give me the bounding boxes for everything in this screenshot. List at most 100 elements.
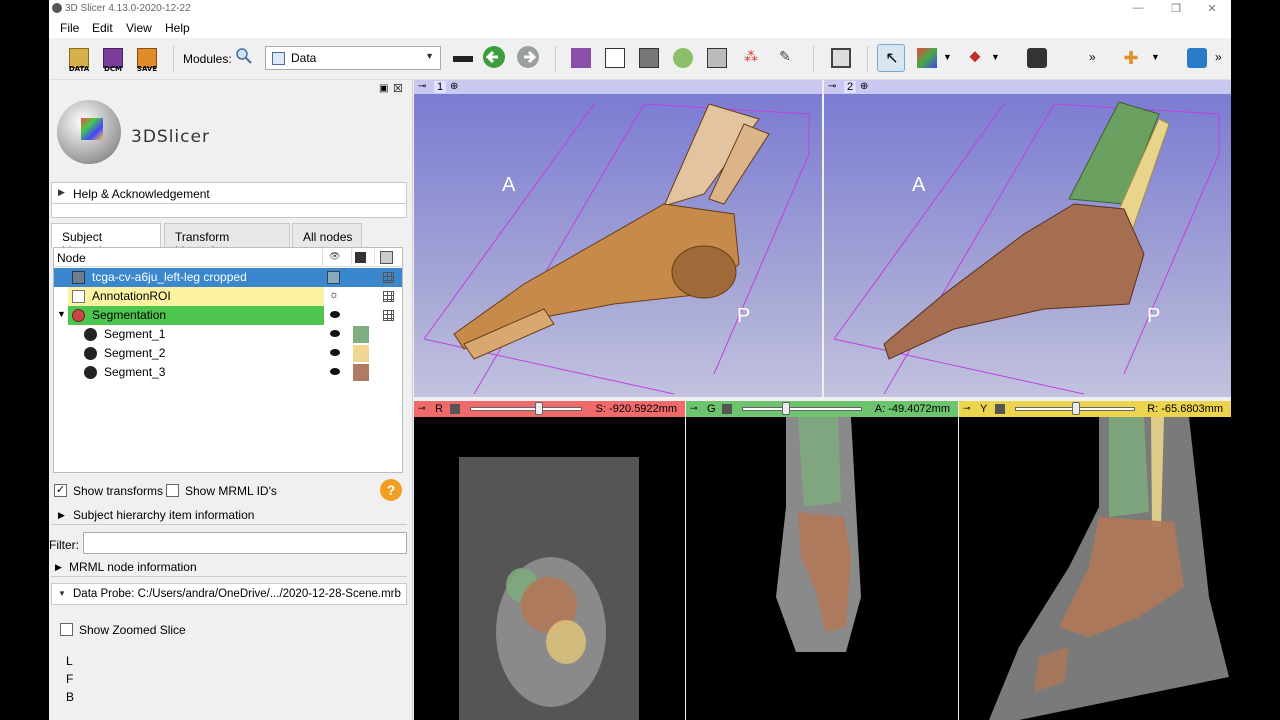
window-level-button[interactable] xyxy=(913,44,941,72)
link-icon[interactable]: ⊕ xyxy=(860,81,868,92)
menu-view[interactable]: View xyxy=(126,21,152,35)
back-button[interactable] xyxy=(481,44,509,72)
chevron-down-icon[interactable]: ▼ xyxy=(943,52,952,62)
screenshot-button[interactable] xyxy=(1023,44,1051,72)
view-transform-button[interactable]: ↖ xyxy=(877,44,905,72)
layout-button[interactable] xyxy=(827,44,855,72)
yellow-slice-slider[interactable] xyxy=(1015,402,1135,415)
tree-row-segment-2[interactable]: Segment_2 xyxy=(54,344,402,363)
tab-all-nodes[interactable]: All nodes xyxy=(292,223,362,247)
show-transforms-checkbox[interactable]: ✓ xyxy=(54,484,67,497)
place-markup-button[interactable]: ⬥ xyxy=(961,44,989,72)
expand-arrow-icon[interactable]: ▶ xyxy=(55,562,62,573)
markups-module-button[interactable]: ⁂ xyxy=(737,44,765,72)
link-icon[interactable] xyxy=(722,404,732,414)
view-3d-2[interactable]: ⊸ 2 ⊕ A P xyxy=(824,80,1231,397)
volume-render-icon[interactable] xyxy=(327,271,340,284)
tab-transform-hierarchy[interactable]: Transform hierarchy xyxy=(164,223,290,258)
models-module-button[interactable] xyxy=(669,44,697,72)
tree-row-segment-3[interactable]: Segment_3 xyxy=(54,363,402,382)
tree-row-volume[interactable]: tcga-cv-a6ju_left-leg cropped xyxy=(54,268,402,287)
transform-grid-icon[interactable] xyxy=(383,272,394,283)
undock-icon[interactable]: ▣ xyxy=(379,83,388,94)
slider-handle[interactable] xyxy=(535,402,544,415)
red-slice-view[interactable]: ⊸ R S: -920.5922mm xyxy=(414,401,685,720)
list-icon xyxy=(605,48,625,68)
more-toolbar-icon[interactable]: » xyxy=(1215,50,1222,64)
dicom-module-button[interactable] xyxy=(567,44,595,72)
module-selector[interactable]: Data ▼ xyxy=(265,46,441,70)
menu-help[interactable]: Help xyxy=(165,21,190,35)
extensions-button[interactable] xyxy=(1183,44,1211,72)
slider-handle[interactable] xyxy=(1072,402,1080,415)
segment-color-swatch[interactable] xyxy=(353,326,369,343)
link-icon[interactable]: ⊕ xyxy=(450,81,458,92)
yellow-slice-view[interactable]: ⊸ Y R: -65.6803mm xyxy=(959,401,1231,720)
transform-grid-icon[interactable] xyxy=(383,291,394,302)
mrml-node-info-section[interactable]: MRML node information xyxy=(69,560,197,574)
segment-color-swatch[interactable] xyxy=(353,364,369,381)
pin-icon[interactable]: ⊸ xyxy=(963,403,971,414)
more-toolbar-icon[interactable]: » xyxy=(1089,50,1096,64)
pin-icon[interactable]: ⊸ xyxy=(418,403,426,414)
help-acknowledgement-section[interactable]: ▶ Help & Acknowledgement xyxy=(51,182,407,204)
segment-3-surface xyxy=(883,203,1145,360)
red-slice-slider[interactable] xyxy=(470,402,582,415)
segment-color-swatch[interactable] xyxy=(353,345,369,362)
data-module-button[interactable] xyxy=(601,44,629,72)
module-history-button[interactable] xyxy=(449,44,477,72)
column-divider xyxy=(374,249,375,265)
visibility-off-icon[interactable]: ☼ xyxy=(329,289,339,301)
minimize-icon[interactable]: — xyxy=(1123,2,1153,14)
show-mrml-ids-checkbox[interactable] xyxy=(166,484,179,497)
expand-arrow-icon[interactable]: ▶ xyxy=(58,510,65,521)
module-search-button[interactable] xyxy=(235,47,255,67)
forward-button[interactable] xyxy=(515,44,543,72)
save-button-label: SAVE xyxy=(136,65,158,73)
chevron-down-icon[interactable]: ▼ xyxy=(1151,52,1160,62)
pin-icon[interactable]: ⊸ xyxy=(418,81,426,92)
show-zoomed-slice-checkbox[interactable] xyxy=(60,623,73,636)
view-3d-1[interactable]: ⊸ 1 ⊕ A P xyxy=(414,80,822,397)
link-icon[interactable] xyxy=(995,404,1005,414)
help-icon[interactable]: ? xyxy=(380,479,402,501)
collapse-arrow-icon[interactable]: ▼ xyxy=(57,309,66,319)
segment-icon xyxy=(84,366,97,379)
load-dicom-button[interactable]: DCM xyxy=(99,44,127,73)
tree-row-segment-1[interactable]: Segment_1 xyxy=(54,325,402,344)
save-button[interactable]: SAVE xyxy=(133,44,161,73)
tree-row-segmentation[interactable]: ▼ Segmentation xyxy=(54,306,402,325)
load-data-button[interactable]: DATA xyxy=(65,44,93,73)
tree-row-annotation[interactable]: AnnotationROI ☼ xyxy=(54,287,402,306)
link-icon[interactable] xyxy=(450,404,460,414)
close-icon[interactable]: ✕ xyxy=(1197,2,1227,15)
pin-icon[interactable]: ⊸ xyxy=(828,81,836,92)
transforms-module-button[interactable] xyxy=(703,44,731,72)
eye-icon[interactable] xyxy=(330,311,340,318)
history-icon xyxy=(453,56,473,62)
green-slice-view[interactable]: ⊸ G A: -49.4072mm xyxy=(686,401,958,720)
eye-icon[interactable] xyxy=(330,368,340,375)
eye-icon[interactable] xyxy=(330,330,340,337)
eye-icon[interactable] xyxy=(330,349,340,356)
item-info-section[interactable]: Subject hierarchy item information xyxy=(73,508,254,522)
tab-subject-hierarchy[interactable]: Subject hierarchy xyxy=(51,223,161,258)
color-column-icon[interactable] xyxy=(355,252,366,263)
close-panel-icon[interactable]: ☒ xyxy=(393,82,403,95)
data-probe-section[interactable]: ▼ Data Probe: C:/Users/andra/OneDrive/..… xyxy=(51,583,407,605)
segment-editor-button[interactable]: ✎ xyxy=(771,44,799,72)
crosshair-button[interactable]: ✚ xyxy=(1117,44,1145,72)
subject-hierarchy-tree[interactable]: Node 👁 tcga-cv-a6ju_left-leg cropped Ann… xyxy=(53,247,403,473)
maximize-icon[interactable]: ❐ xyxy=(1161,2,1191,15)
transform-grid-icon[interactable] xyxy=(383,310,394,321)
slider-handle[interactable] xyxy=(782,402,791,415)
transform-column-icon[interactable] xyxy=(380,251,393,264)
volumes-module-button[interactable] xyxy=(635,44,663,72)
menu-file[interactable]: File xyxy=(60,21,79,35)
pin-icon[interactable]: ⊸ xyxy=(690,403,698,414)
filter-input[interactable] xyxy=(83,532,407,554)
visibility-column-icon[interactable]: 👁 xyxy=(329,251,340,262)
chevron-down-icon[interactable]: ▼ xyxy=(991,52,1000,62)
green-slice-slider[interactable] xyxy=(742,402,862,415)
menu-edit[interactable]: Edit xyxy=(92,21,113,35)
